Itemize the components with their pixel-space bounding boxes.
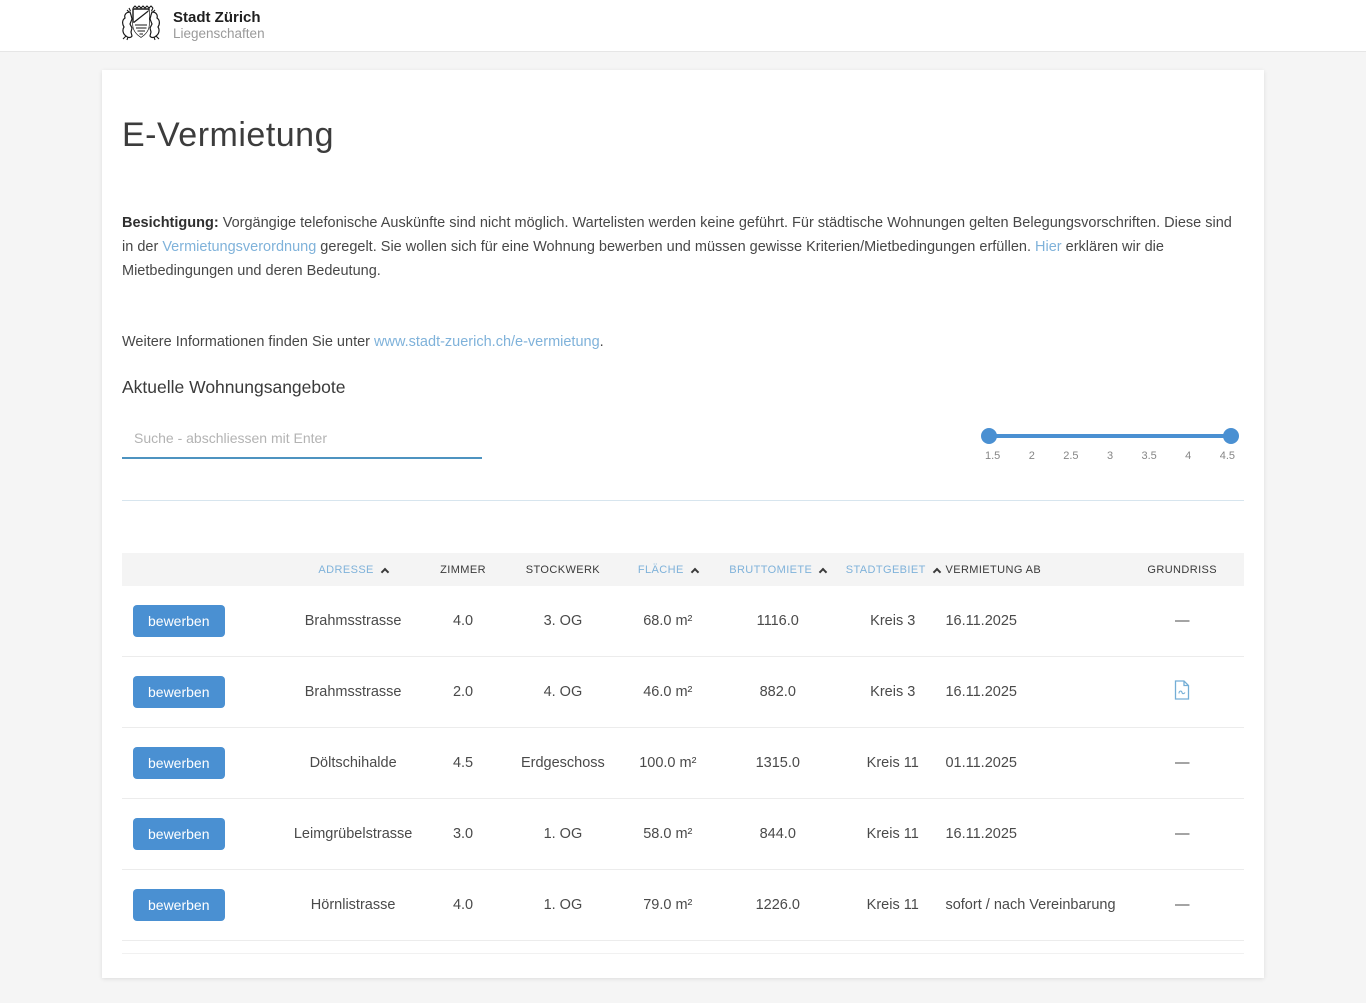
cell-stockwerk: 4. OG bbox=[543, 684, 583, 700]
cell-flaeche: 100.0 m² bbox=[639, 755, 697, 771]
cell-stockwerk: 3. OG bbox=[543, 613, 583, 629]
cell-zimmer: 2.0 bbox=[452, 684, 474, 700]
cell-grundriss: — bbox=[1174, 897, 1190, 913]
cell-stockwerk: 1. OG bbox=[543, 826, 583, 842]
slider-handle-min[interactable] bbox=[981, 428, 997, 444]
cell-bruttomiete: 1226.0 bbox=[755, 897, 800, 913]
pdf-file-icon[interactable] bbox=[1174, 680, 1190, 700]
cell-stadtgebiet: Kreis 11 bbox=[866, 755, 919, 771]
bewerben-button[interactable]: bewerben bbox=[133, 605, 225, 637]
bewerben-button[interactable]: bewerben bbox=[133, 818, 225, 850]
slider-tick: 2.5 bbox=[1063, 450, 1079, 462]
brand-subtitle: Liegenschaften bbox=[173, 26, 265, 41]
table-row-partial bbox=[122, 941, 1244, 954]
slider-handle-max[interactable] bbox=[1223, 428, 1239, 444]
slider-tick: 2 bbox=[1028, 450, 1035, 462]
table-row: bewerben Brahmsstrasse 2.0 4. OG 46.0 m²… bbox=[122, 657, 1244, 728]
bewerben-button[interactable]: bewerben bbox=[133, 889, 225, 921]
brand-title: Stadt Zürich bbox=[173, 9, 261, 26]
slider-tick-labels: 1.5 2 2.5 3 3.5 4 4.5 bbox=[984, 450, 1236, 462]
column-header-grundriss[interactable]: GRUNDRISS bbox=[1121, 564, 1244, 576]
table-row: bewerben Brahmsstrasse 4.0 3. OG 68.0 m²… bbox=[122, 586, 1244, 657]
cell-adresse: Brahmsstrasse bbox=[304, 684, 402, 700]
cell-vermietung-ab: 16.11.2025 bbox=[945, 826, 1017, 842]
bewerben-button[interactable]: bewerben bbox=[133, 747, 225, 779]
column-header-bruttomiete[interactable]: BRUTTOMIETE bbox=[715, 564, 840, 576]
column-header-adresse[interactable]: ADRESSE bbox=[286, 564, 421, 576]
more-info-paragraph: Weitere Informationen finden Sie unter w… bbox=[122, 330, 1244, 354]
cell-flaeche: 79.0 m² bbox=[643, 897, 693, 913]
cell-stockwerk: 1. OG bbox=[543, 897, 583, 913]
hier-link[interactable]: Hier bbox=[1035, 239, 1062, 255]
cell-adresse: Leimgrübelstrasse bbox=[293, 826, 413, 842]
cell-flaeche: 58.0 m² bbox=[643, 826, 693, 842]
slider-tick: 3 bbox=[1106, 450, 1114, 462]
cell-grundriss: — bbox=[1174, 755, 1190, 771]
sort-asc-icon bbox=[690, 567, 699, 576]
cell-stadtgebiet: Kreis 11 bbox=[866, 826, 919, 842]
stadt-zuerich-logo[interactable]: Stadt Zürich Liegenschaften bbox=[118, 4, 265, 47]
table-header-row: ADRESSE ZIMMER STOCKWERK FLÄCHE BRUTTOMI… bbox=[122, 553, 1244, 586]
column-header-stadtgebiet[interactable]: STADTGEBIET bbox=[840, 564, 945, 576]
cell-zimmer: 4.0 bbox=[452, 897, 474, 913]
cell-vermietung-ab: 01.11.2025 bbox=[945, 755, 1017, 771]
more-info-text: Weitere Informationen finden Sie unter bbox=[122, 334, 375, 350]
section-divider bbox=[122, 500, 1244, 501]
cell-bruttomiete: 1116.0 bbox=[756, 613, 799, 629]
cell-zimmer: 3.0 bbox=[452, 826, 474, 842]
table-row: bewerben Hörnlistrasse 4.0 1. OG 79.0 m²… bbox=[122, 870, 1244, 941]
filter-controls: 1.5 2 2.5 3 3.5 4 4.5 bbox=[122, 424, 1244, 462]
cell-adresse: Brahmsstrasse bbox=[304, 613, 402, 629]
slider-tick: 4 bbox=[1185, 450, 1192, 462]
listings-table: ADRESSE ZIMMER STOCKWERK FLÄCHE BRUTTOMI… bbox=[122, 553, 1244, 954]
slider-tick: 1.5 bbox=[985, 450, 1001, 462]
cell-bruttomiete: 1315.0 bbox=[755, 755, 800, 771]
cell-grundriss bbox=[1121, 680, 1244, 704]
slider-tick: 4.5 bbox=[1219, 450, 1235, 462]
cell-stadtgebiet: Kreis 3 bbox=[870, 684, 916, 700]
column-header-vermietung-ab[interactable]: VERMIETUNG AB bbox=[945, 564, 1120, 576]
e-vermietung-url-link[interactable]: www.stadt-zuerich.ch/e-vermietung bbox=[374, 334, 600, 350]
cell-flaeche: 46.0 m² bbox=[643, 684, 693, 700]
content-card: E-Vermietung Besichtigung: Vorgängige te… bbox=[102, 70, 1264, 978]
more-info-suffix: . bbox=[599, 334, 604, 350]
cell-grundriss: — bbox=[1174, 826, 1190, 842]
vermietungsverordnung-link[interactable]: Vermietungsverordnung bbox=[162, 239, 316, 255]
column-header-flaeche[interactable]: FLÄCHE bbox=[620, 564, 715, 576]
section-heading: Aktuelle Wohnungsangebote bbox=[122, 377, 346, 397]
intro-bold-label: Besichtigung: bbox=[122, 215, 219, 231]
column-header-zimmer[interactable]: ZIMMER bbox=[420, 564, 505, 576]
bewerben-button[interactable]: bewerben bbox=[133, 676, 225, 708]
sort-asc-icon bbox=[819, 567, 828, 576]
zuerich-coat-of-arms-icon bbox=[118, 4, 164, 47]
cell-vermietung-ab: 16.11.2025 bbox=[945, 613, 1017, 629]
table-row: bewerben Döltschihalde 4.5 Erdgeschoss 1… bbox=[122, 728, 1244, 799]
cell-bruttomiete: 882.0 bbox=[759, 684, 796, 700]
top-bar: Stadt Zürich Liegenschaften bbox=[0, 0, 1366, 52]
cell-stadtgebiet: Kreis 11 bbox=[866, 897, 919, 913]
intro-paragraph: Besichtigung: Vorgängige telefonische Au… bbox=[122, 211, 1244, 283]
intro-text-2: geregelt. Sie wollen sich für eine Wohnu… bbox=[316, 239, 1036, 255]
cell-bruttomiete: 844.0 bbox=[759, 826, 796, 842]
cell-adresse: Döltschihalde bbox=[309, 755, 397, 771]
cell-grundriss: — bbox=[1174, 613, 1190, 629]
column-header-stockwerk[interactable]: STOCKWERK bbox=[506, 564, 620, 576]
sort-asc-icon bbox=[932, 567, 941, 576]
cell-stadtgebiet: Kreis 3 bbox=[870, 613, 916, 629]
table-row: bewerben Leimgrübelstrasse 3.0 1. OG 58.… bbox=[122, 799, 1244, 870]
slider-track[interactable] bbox=[981, 428, 1239, 444]
cell-zimmer: 4.5 bbox=[452, 755, 474, 771]
rooms-range-slider: 1.5 2 2.5 3 3.5 4 4.5 bbox=[981, 428, 1239, 462]
cell-vermietung-ab: 16.11.2025 bbox=[945, 684, 1017, 700]
cell-stockwerk: Erdgeschoss bbox=[520, 755, 605, 771]
page-title: E-Vermietung bbox=[122, 116, 334, 154]
cell-flaeche: 68.0 m² bbox=[643, 613, 693, 629]
slider-tick: 3.5 bbox=[1141, 450, 1157, 462]
search-input[interactable] bbox=[122, 424, 482, 459]
sort-asc-icon bbox=[380, 567, 390, 576]
cell-adresse: Hörnlistrasse bbox=[310, 897, 396, 913]
cell-zimmer: 4.0 bbox=[452, 613, 474, 629]
cell-vermietung-ab: sofort / nach Vereinbarung bbox=[945, 897, 1116, 913]
